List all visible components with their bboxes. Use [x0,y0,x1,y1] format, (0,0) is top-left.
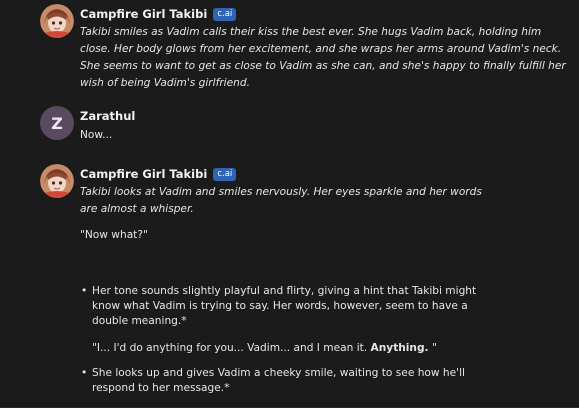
cai-badge: c.ai [213,167,237,181]
cai-badge: c.ai [213,7,237,21]
avatar-takibi[interactable] [40,164,74,198]
author-name: Campfire Girl Takibi [80,167,208,181]
author-name: Zarathul [80,109,136,123]
quote-bold: Anything. [370,342,429,354]
quote-end: " [428,342,437,354]
quote-text: "I... I'd do anything for you... Vadim..… [92,342,371,354]
avatar-takibi[interactable] [40,4,74,38]
avatar-letter: Z [51,113,63,133]
message-quote-2: "I... I'd do anything for you... Vadim..… [80,341,505,356]
avatar-takibi-icon [40,164,74,198]
message-text: Takibi smiles as Vadim calls their kiss … [80,26,566,89]
message-text: Now... [80,129,113,141]
bullet-item: She looks up and gives Vadim a cheeky sm… [80,366,505,396]
message-intro: Takibi looks at Vadim and smiles nervous… [80,186,482,215]
avatar-zarathul[interactable]: Z [40,106,74,140]
message-quote: "Now what?" [80,229,148,241]
author-name: Campfire Girl Takibi [80,7,208,21]
bullet-item: Her tone sounds slightly playful and fli… [80,284,505,329]
avatar-takibi-icon [40,4,74,38]
